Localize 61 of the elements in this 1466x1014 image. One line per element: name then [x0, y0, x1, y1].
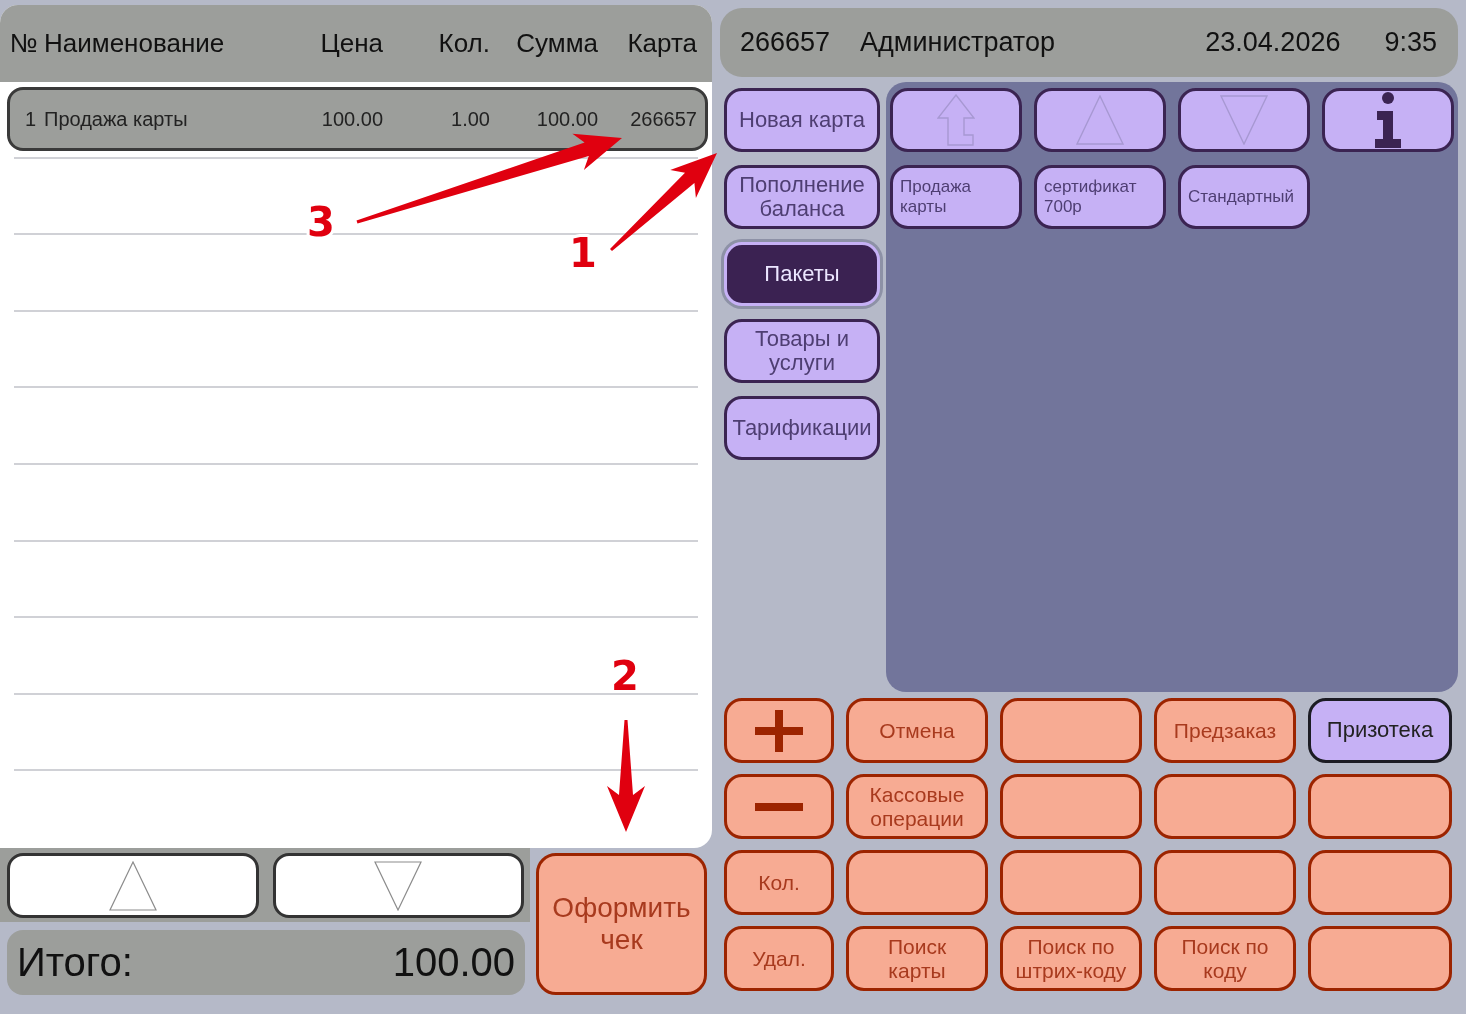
key-button[interactable]: Поиск по штрих-коду	[1000, 926, 1142, 991]
category-button[interactable]: Пополнение баланса	[724, 165, 880, 229]
column-header: Сумма	[515, 28, 598, 59]
table-cell-text: 1	[23, 107, 37, 131]
annotation-number: 3	[307, 199, 335, 245]
key-button[interactable]: Предзаказ	[1154, 698, 1296, 763]
blank-key-button[interactable]	[1308, 926, 1452, 991]
scroll-down-button[interactable]	[272, 853, 524, 918]
blank-key-button[interactable]	[1154, 774, 1296, 839]
column-header: Карта	[626, 28, 697, 59]
table-row[interactable]: 1 Продажа карты 100.00 1.00 100.00 266657	[7, 87, 708, 152]
column-header: Цена	[319, 28, 383, 59]
blank-key-button[interactable]	[1000, 698, 1142, 763]
product-button[interactable]: сертификат 700р	[1034, 165, 1166, 229]
scroll-up-button[interactable]	[7, 853, 259, 918]
product-button[interactable]: Продажа карты	[890, 165, 1022, 229]
total-label: Итого:	[17, 940, 133, 985]
key-button[interactable]: Удал.	[724, 926, 834, 991]
column-header: Кол.	[437, 28, 490, 59]
card-number: 266657	[740, 27, 831, 58]
total-value: 100.00	[392, 940, 515, 985]
key-button[interactable]: Поиск карты	[846, 926, 988, 991]
column-header: Наименование	[44, 28, 226, 59]
plus-icon	[755, 709, 803, 752]
up-triangle-icon	[108, 860, 157, 911]
blank-key-button[interactable]	[846, 850, 988, 915]
key-button[interactable]: Кассовые операции	[846, 774, 988, 839]
column-header: №	[10, 28, 39, 59]
blank-key-button[interactable]	[1000, 850, 1142, 915]
table-cell-text: 100.00	[320, 107, 383, 131]
down-triangle-icon	[374, 860, 423, 911]
category-button[interactable]: Пакеты	[724, 242, 880, 306]
minus-icon	[755, 802, 803, 811]
blank-key-button[interactable]	[1308, 850, 1452, 915]
plus-key-button[interactable]	[724, 698, 834, 763]
category-button[interactable]: Тарификации	[724, 396, 880, 460]
table-cell-text: 266657	[629, 107, 697, 131]
table-cell-text: 100.00	[535, 107, 598, 131]
key-button[interactable]: Поиск по коду	[1154, 926, 1296, 991]
time-text: 9:35	[1384, 27, 1437, 58]
blank-key-button[interactable]	[1154, 850, 1296, 915]
up-button[interactable]	[1034, 88, 1166, 152]
table-cell-text: 1.00	[450, 107, 490, 131]
category-button[interactable]: Новая карта	[724, 88, 880, 152]
checkout-button[interactable]: Оформить чек	[536, 853, 707, 995]
key-button[interactable]: Отмена	[846, 698, 988, 763]
key-button[interactable]: Кол.	[724, 850, 834, 915]
up-arrow-button[interactable]	[890, 88, 1022, 152]
user-name: Администратор	[860, 27, 1055, 58]
annotation-number: 1	[569, 230, 597, 276]
blank-key-button[interactable]	[1000, 774, 1142, 839]
product-button[interactable]: Стандартный	[1178, 165, 1310, 229]
date-text: 23.04.2026	[1205, 27, 1341, 58]
down-button[interactable]	[1178, 88, 1310, 152]
blank-key-button[interactable]	[1308, 774, 1452, 839]
annotation-number: 2	[611, 653, 639, 699]
category-button[interactable]: Товары и услуги	[724, 319, 880, 383]
key-button[interactable]: Призотека	[1308, 698, 1452, 763]
info-button[interactable]	[1322, 88, 1454, 152]
table-cell-text: Продажа карты	[44, 107, 189, 131]
minus-key-button[interactable]	[724, 774, 834, 839]
